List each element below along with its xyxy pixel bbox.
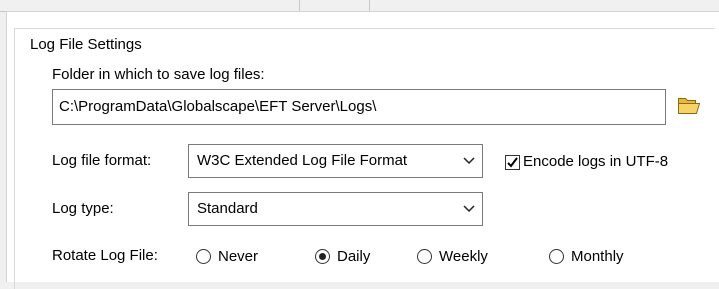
rotate-label: Rotate Log File: [52, 247, 158, 264]
radio-daily-label: Daily [337, 248, 371, 265]
rotate-option-weekly[interactable]: Weekly [417, 248, 488, 265]
format-label: Log file format: [52, 152, 152, 169]
utf8-label: Encode logs in UTF-8 [523, 153, 669, 170]
browse-folder-button[interactable] [675, 94, 703, 120]
radio-never-label: Never [218, 248, 259, 265]
radio-monthly[interactable] [549, 249, 564, 264]
checkbox-box[interactable] [505, 154, 520, 170]
radio-never[interactable] [196, 249, 211, 264]
chevron-down-icon [463, 193, 475, 225]
radio-selected-dot [319, 253, 326, 260]
check-icon [507, 156, 518, 168]
rotate-option-never[interactable]: Never [196, 248, 258, 265]
log-type-value: Standard [197, 200, 258, 217]
radio-daily[interactable] [315, 249, 330, 264]
log-format-value: W3C Extended Log File Format [197, 152, 408, 169]
radio-weekly[interactable] [417, 249, 432, 264]
rotate-option-monthly[interactable]: Monthly [549, 248, 624, 265]
log-folder-input[interactable]: C:\ProgramData\Globalscape\EFT Server\Lo… [52, 89, 666, 125]
log-type-select[interactable]: Standard [188, 192, 483, 226]
log-type-label: Log type: [52, 200, 114, 217]
utf8-checkbox[interactable]: Encode logs in UTF-8 [505, 152, 668, 172]
radio-weekly-label: Weekly [439, 248, 488, 265]
rotate-option-daily[interactable]: Daily [315, 248, 370, 265]
folder-label: Folder in which to save log files: [52, 66, 265, 83]
chevron-down-icon [463, 145, 475, 177]
log-format-select[interactable]: W3C Extended Log File Format [188, 144, 483, 178]
group-title: Log File Settings [27, 35, 145, 55]
folder-open-icon [677, 95, 701, 119]
radio-monthly-label: Monthly [571, 248, 624, 265]
